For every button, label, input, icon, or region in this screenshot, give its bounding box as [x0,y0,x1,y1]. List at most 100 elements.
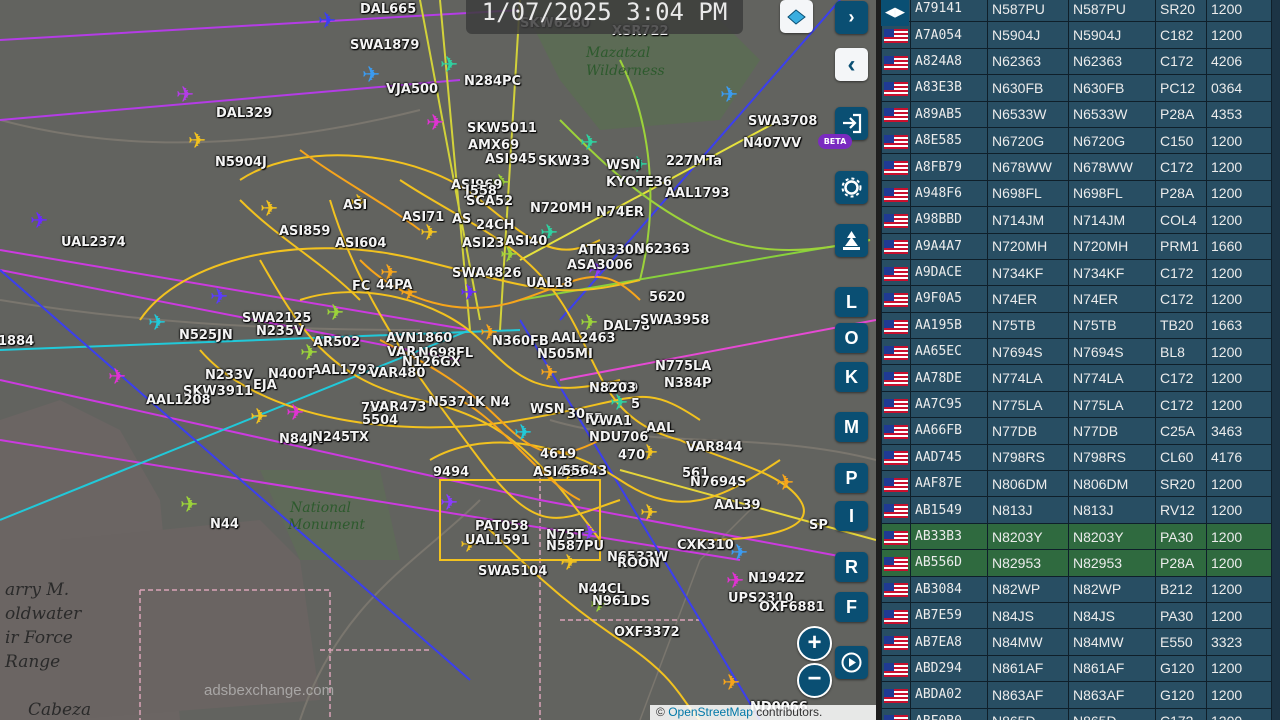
table-row[interactable]: A98BBD N714JM N714JM COL4 1200 [881,206,1272,234]
aircraft-callsign-label[interactable]: N5904J [215,155,267,170]
aircraft-callsign-label[interactable]: AR502 [313,335,360,350]
zoom-in-button[interactable]: + [797,626,832,661]
aircraft-callsign-label[interactable]: WSN [606,158,641,173]
aircraft-callsign-label[interactable]: ASA3006 [567,258,633,273]
aircraft-callsign-label[interactable]: 30 [567,407,585,422]
zoom-out-button[interactable]: − [797,663,832,698]
aircraft-callsign-label[interactable]: PAT058 [475,519,528,534]
table-row[interactable]: AB7EA8 N84MW N84MW E550 3323 [881,628,1272,656]
aircraft-callsign-label[interactable]: VWA1 [589,414,632,429]
aircraft-callsign-label[interactable]: ASI71 [402,210,444,225]
table-row[interactable]: A8FB79 N678WW N678WW C172 1200 [881,153,1272,181]
toggle-button-r[interactable]: R [835,552,868,582]
aircraft-callsign-label[interactable]: AAL1792 [311,363,376,378]
aircraft-callsign-label[interactable]: AVN1860 [386,331,452,346]
aircraft-callsign-label[interactable]: SWA3958 [640,313,709,328]
aircraft-callsign-label[interactable]: N8203 [589,381,636,396]
aircraft-callsign-label[interactable]: N44 [210,517,239,532]
layers-button[interactable] [780,0,813,33]
aircraft-callsign-label[interactable]: N384P [664,376,712,391]
table-row[interactable]: A824A8 N62363 N62363 C172 4206 [881,47,1272,76]
table-row[interactable]: AAF87E N806DM N806DM SR20 1200 [881,470,1272,498]
aircraft-callsign-label[interactable]: SP [809,518,828,533]
aircraft-callsign-label[interactable]: VJA500 [386,82,438,97]
table-row[interactable]: A79141 N587PU N587PU SR20 1200 [881,0,1272,23]
aircraft-callsign-label[interactable]: 4619 [540,447,576,462]
aircraft-callsign-label[interactable]: ASI40 [505,234,547,249]
table-row[interactable]: AB3084 N82WP N82WP B212 1200 [881,575,1272,603]
aircraft-callsign-label[interactable]: N4 [490,395,510,410]
aircraft-callsign-label[interactable]: UAL18 [526,276,573,291]
aircraft-callsign-label[interactable]: 1884 [0,334,34,349]
aircraft-callsign-label[interactable]: ASI945 [485,152,536,167]
aircraft-callsign-label[interactable]: 470 [618,448,645,463]
table-row[interactable]: AA195B N75TB N75TB TB20 1663 [881,311,1272,340]
aircraft-callsign-label[interactable]: 44PA [376,278,413,293]
aircraft-callsign-label[interactable]: N720MH [530,201,592,216]
aircraft-callsign-label[interactable]: 5 [631,397,640,412]
table-row[interactable]: AAD745 N798RS N798RS CL60 4176 [881,443,1272,472]
settings-button[interactable] [835,171,868,204]
toggle-button-l[interactable]: L [835,287,868,317]
aircraft-callsign-label[interactable]: N233V [205,368,253,383]
aircraft-callsign-label[interactable]: UAL1591 [465,533,530,548]
table-row[interactable]: A83E3B N630FB N630FB PC12 0364 [881,74,1272,102]
toggle-button-i[interactable]: I [835,501,868,531]
toggle-button-m[interactable]: M [835,412,868,442]
aircraft-callsign-label[interactable]: OXF3372 [614,625,680,640]
aircraft-callsign-label[interactable]: 9494 [433,465,469,480]
aircraft-callsign-label[interactable]: AAL39 [714,498,761,513]
collapse-table-button[interactable]: ◀▶ [881,0,909,26]
aircraft-callsign-label[interactable]: VAR844 [686,440,742,455]
table-row[interactable]: AB1549 N813J N813J RV12 1200 [881,496,1272,524]
aircraft-callsign-label[interactable]: N961DS [592,594,650,609]
aircraft-callsign-label[interactable]: SWA3708 [748,114,817,129]
map-view[interactable]: ✈ ✈ ✈ ✈ ✈ ✈ ✈ ✈ ✈ ✈ ✈ ✈ ✈ ✈ ✈ ✈ ✈ ✈ ✈ ✈ … [0,0,876,720]
aircraft-callsign-label[interactable]: N62363 [634,242,690,257]
aircraft-callsign-label[interactable]: ASI23 [462,236,504,251]
table-row[interactable]: A9A4A7 N720MH N720MH PRM1 1660 [881,232,1272,260]
toggle-button-k[interactable]: K [835,362,868,392]
aircraft-callsign-label[interactable]: AAL1793 [665,186,730,201]
aircraft-callsign-label[interactable]: SKW33 [538,154,590,169]
aircraft-callsign-label[interactable]: AMX69 [468,138,519,153]
aircraft-callsign-label[interactable]: N245TX [312,430,369,445]
aircraft-callsign-label[interactable]: N235V [256,324,304,339]
aircraft-callsign-label[interactable]: N284PC [464,74,521,89]
table-row[interactable]: AA65EC N7694S N7694S BL8 1200 [881,338,1272,366]
table-row[interactable]: A9DACE N734KF N734KF C172 1200 [881,258,1272,287]
aircraft-callsign-label[interactable]: AS [452,212,471,227]
aircraft-callsign-label[interactable]: SWA5104 [478,564,547,579]
forward-button[interactable]: › [835,1,868,34]
table-row[interactable]: AB556D N82953 N82953 P28A 1200 [881,549,1272,577]
aircraft-callsign-label[interactable]: CXK310 [677,538,734,553]
filter-button[interactable] [835,224,868,257]
aircraft-callsign-label[interactable]: DAL329 [216,106,272,121]
aircraft-callsign-label[interactable]: ASI859 [279,224,330,239]
aircraft-callsign-label[interactable]: 55643 [562,464,607,479]
aircraft-callsign-label[interactable]: SKW5011 [467,121,537,136]
aircraft-callsign-label[interactable]: 24CH [476,218,515,233]
toggle-button-p[interactable]: P [835,463,868,493]
table-row[interactable]: AB7E59 N84JS N84JS PA30 1200 [881,601,1272,630]
aircraft-callsign-label[interactable]: ASI [343,198,367,213]
osm-link[interactable]: OpenStreetMap [668,705,753,719]
aircraft-callsign-label[interactable]: N525JN [179,328,233,343]
aircraft-callsign-label[interactable]: KYOTE36 [606,175,672,190]
aircraft-callsign-label[interactable]: UAL2374 [61,235,126,250]
aircraft-callsign-label[interactable]: SCA52 [466,194,513,209]
table-row[interactable]: ABDA02 N863AF N863AF G120 1200 [881,681,1272,709]
table-row[interactable]: ABF0B0N865DN865DC1721200 [881,707,1272,720]
aircraft-callsign-label[interactable]: ROON [617,556,660,571]
table-row[interactable]: AB33B3 N8203Y N8203Y PA30 1200 [881,522,1272,551]
aircraft-callsign-label[interactable]: N126GX [402,355,461,370]
aircraft-callsign-label[interactable]: N587PU [546,539,604,554]
aircraft-callsign-label[interactable]: N775LA [655,359,711,374]
aircraft-callsign-label[interactable]: N5371K [428,395,485,410]
aircraft-callsign-label[interactable]: EJA [253,378,277,393]
aircraft-callsign-label[interactable]: 227MTa [666,154,722,169]
table-row[interactable]: AA78DE N774LA N774LA C172 1200 [881,364,1272,392]
toggle-button-f[interactable]: F [835,592,868,622]
aircraft-callsign-label[interactable]: ASI604 [335,236,386,251]
aircraft-callsign-label[interactable]: 5620 [649,290,685,305]
